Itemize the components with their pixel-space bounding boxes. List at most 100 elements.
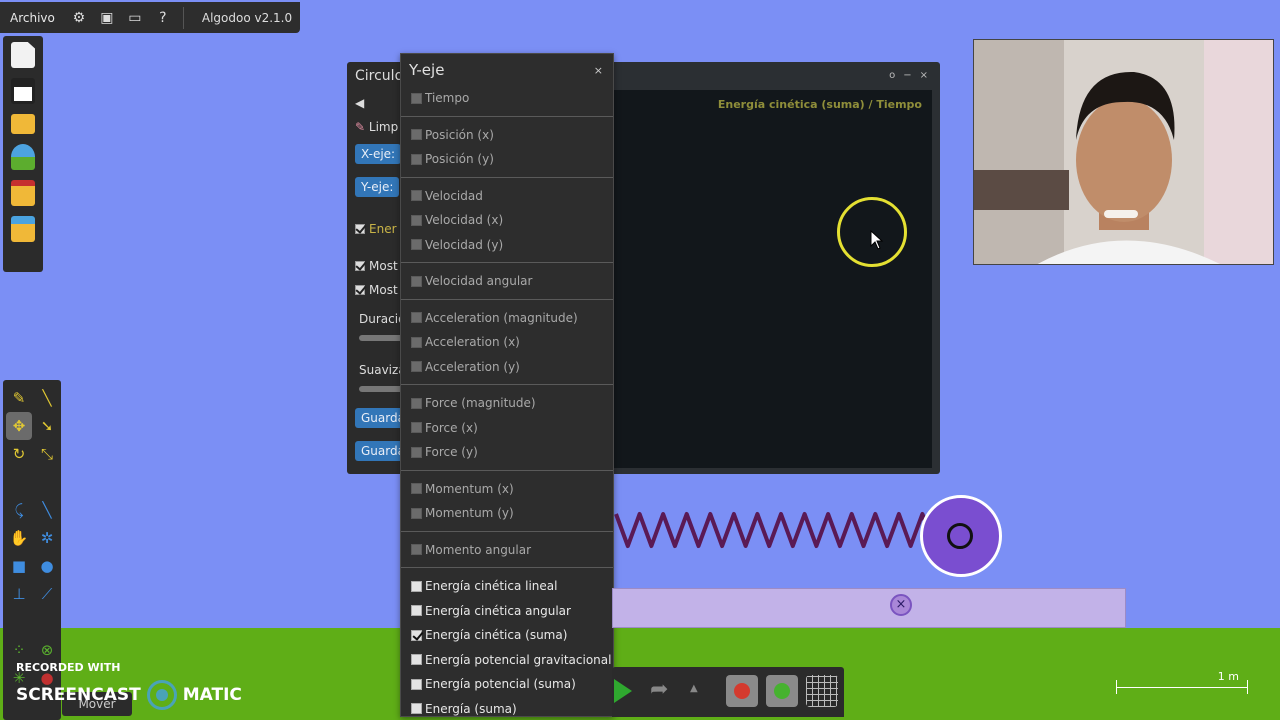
redo-icon[interactable]: ➦: [650, 677, 668, 702]
y-axis-option[interactable]: Acceleration (y): [401, 355, 613, 380]
move-tool-icon[interactable]: ✥: [6, 412, 32, 440]
graph-plot-area[interactable]: Energía cinética (suma) / Tiempo: [614, 90, 932, 468]
speed-dropdown-icon[interactable]: ▲: [690, 683, 698, 694]
y-axis-option[interactable]: Velocidad (y): [401, 233, 613, 258]
option-checkbox[interactable]: [411, 336, 422, 348]
lessons-folder-icon[interactable]: [11, 216, 35, 242]
rope-icon[interactable]: ⤹: [6, 496, 32, 524]
y-axis-option[interactable]: Velocidad (x): [401, 208, 613, 233]
circle-icon[interactable]: ●: [34, 552, 60, 580]
y-axis-option[interactable]: Energía cinética angular: [401, 599, 613, 624]
option-checkbox[interactable]: [411, 422, 422, 434]
file-menu[interactable]: Archivo: [0, 11, 65, 25]
y-axis-option[interactable]: Tiempo: [401, 86, 613, 111]
option-checkbox[interactable]: [411, 654, 422, 666]
show-checkbox-1[interactable]: Most: [355, 259, 398, 273]
chain-icon[interactable]: ⁘: [6, 636, 32, 664]
grid-icon[interactable]: [806, 675, 838, 707]
option-label: Posición (y): [425, 152, 494, 167]
app-version: Algodoo v2.1.0: [201, 10, 293, 25]
gear-tool-icon[interactable]: ✲: [34, 524, 60, 552]
box-icon[interactable]: ■: [6, 552, 32, 580]
y-axis-option[interactable]: Force (x): [401, 416, 613, 441]
file-toolbar: [3, 36, 43, 272]
knife-icon[interactable]: ╲: [34, 496, 60, 524]
y-axis-option[interactable]: Energía (suma): [401, 697, 613, 720]
option-checkbox[interactable]: [411, 239, 422, 251]
clear-button[interactable]: ✎ Limp: [355, 120, 398, 134]
graph-options-button[interactable]: o: [889, 70, 895, 81]
y-axis-option[interactable]: Posición (y): [401, 147, 613, 172]
save-scene-icon[interactable]: [11, 78, 35, 104]
play-scene-icon[interactable]: ▣: [93, 10, 121, 26]
option-checkbox[interactable]: [411, 214, 422, 226]
option-checkbox[interactable]: [411, 275, 422, 287]
y-axis-option[interactable]: Force (y): [401, 440, 613, 465]
play-icon[interactable]: [614, 679, 632, 703]
graph-minimize-button[interactable]: −: [903, 70, 911, 81]
option-checkbox[interactable]: [411, 153, 422, 165]
show-checkbox-2[interactable]: Most: [355, 283, 398, 297]
option-checkbox[interactable]: [411, 507, 422, 519]
air-friction-icon[interactable]: [766, 675, 798, 707]
option-label: Energía (suma): [425, 701, 517, 716]
option-checkbox[interactable]: [411, 361, 422, 373]
y-axis-option[interactable]: Momentum (y): [401, 501, 613, 526]
x-axis-button[interactable]: X-eje:: [355, 144, 402, 164]
close-icon[interactable]: ×: [594, 64, 603, 77]
y-axis-option[interactable]: Acceleration (x): [401, 330, 613, 355]
y-axis-option[interactable]: Energía potencial gravitacional: [401, 648, 613, 673]
y-axis-option[interactable]: Posición (x): [401, 123, 613, 148]
y-axis-option[interactable]: Force (magnitude): [401, 391, 613, 416]
spring-tool-icon[interactable]: ⟋: [34, 580, 60, 608]
y-axis-option[interactable]: Energía cinética lineal: [401, 574, 613, 599]
spring[interactable]: [612, 500, 962, 560]
option-checkbox[interactable]: [411, 129, 422, 141]
y-axis-option[interactable]: Momento angular: [401, 538, 613, 563]
spring-attachment-point[interactable]: [947, 523, 973, 549]
scale-icon[interactable]: ⤡: [34, 440, 60, 468]
graph-close-button[interactable]: ×: [920, 70, 928, 81]
option-checkbox[interactable]: [411, 629, 422, 641]
new-scene-icon[interactable]: [11, 42, 35, 68]
option-divider: [401, 530, 613, 532]
option-checkbox[interactable]: [411, 190, 422, 202]
open-folder-icon[interactable]: [11, 114, 35, 134]
help-icon[interactable]: ?: [149, 10, 177, 26]
sample-scenes-icon[interactable]: [11, 180, 35, 206]
window-icon[interactable]: ▭: [121, 10, 149, 26]
option-checkbox[interactable]: [411, 312, 422, 324]
option-checkbox[interactable]: [411, 580, 422, 592]
option-checkbox[interactable]: [411, 703, 422, 715]
option-checkbox[interactable]: [411, 446, 422, 458]
sketch-icon[interactable]: ✎: [6, 384, 32, 412]
drag-icon[interactable]: ➘: [34, 412, 60, 440]
y-axis-option[interactable]: Momentum (x): [401, 477, 613, 502]
brush-icon[interactable]: ╲: [34, 384, 60, 412]
y-axis-option[interactable]: Energía cinética (suma): [401, 623, 613, 648]
energy-checkbox[interactable]: Ener: [355, 222, 397, 236]
option-checkbox[interactable]: [411, 544, 422, 556]
plane-icon[interactable]: ⊥: [6, 580, 32, 608]
fixate-icon[interactable]: ⊗: [34, 636, 60, 664]
fixate-pin-icon[interactable]: ×: [890, 594, 912, 616]
y-axis-option[interactable]: Velocidad angular: [401, 269, 613, 294]
option-checkbox[interactable]: [411, 605, 422, 617]
option-checkbox[interactable]: [411, 397, 422, 409]
y-axis-option[interactable]: Velocidad: [401, 184, 613, 209]
gravity-icon[interactable]: [726, 675, 758, 707]
y-axis-button[interactable]: Y-eje:: [355, 177, 400, 197]
rotate-icon[interactable]: ↻: [6, 440, 32, 468]
y-axis-option[interactable]: Energía potencial (suma): [401, 672, 613, 697]
option-checkbox[interactable]: [411, 483, 422, 495]
option-checkbox[interactable]: [411, 92, 422, 104]
plank[interactable]: [612, 588, 1126, 628]
option-checkbox[interactable]: [411, 678, 422, 690]
y-axis-option[interactable]: Acceleration (magnitude): [401, 306, 613, 331]
scene-browser-icon[interactable]: [11, 144, 35, 170]
presenter-image: [974, 40, 1273, 264]
gear-icon[interactable]: ⚙: [65, 10, 93, 26]
hand-icon[interactable]: ✋: [6, 524, 32, 552]
back-arrow-icon[interactable]: ◀: [355, 96, 364, 110]
option-label: Force (magnitude): [425, 396, 536, 411]
